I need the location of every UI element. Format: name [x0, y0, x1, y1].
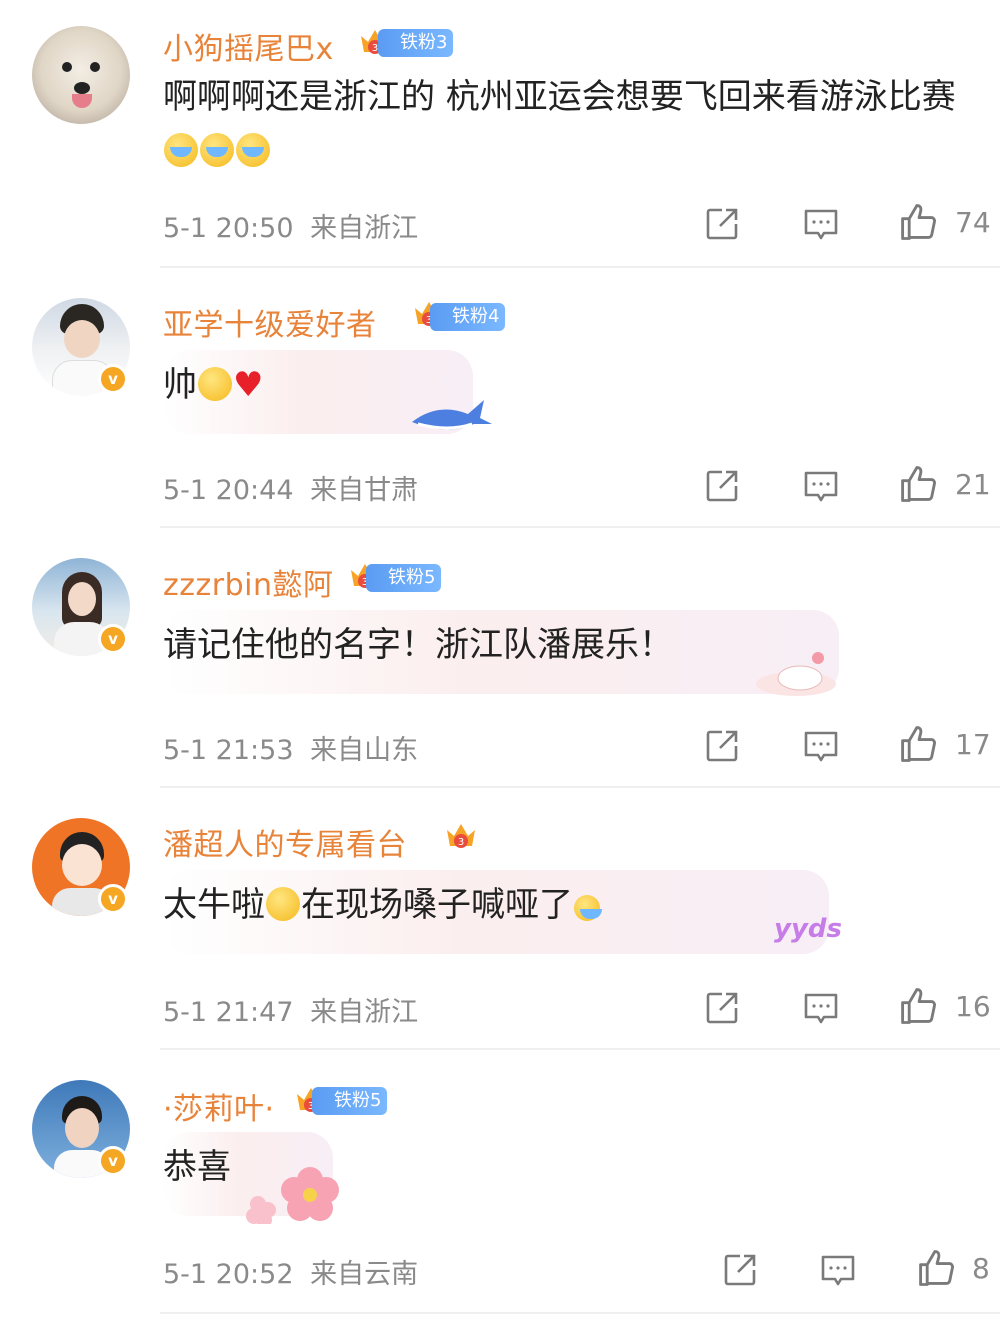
comment-time: 5-1 20:52	[163, 1259, 294, 1290]
comment-text-part: 太牛啦	[163, 885, 265, 925]
username[interactable]: 潘超人的专属看台	[163, 820, 407, 864]
flower-sticker-icon	[246, 1167, 339, 1224]
share-icon[interactable]	[702, 988, 742, 1028]
share-icon[interactable]	[702, 726, 742, 766]
comment-text: 啊啊啊还是浙江的 杭州亚运会想要飞回来看游泳比赛	[163, 70, 963, 178]
share-icon[interactable]	[702, 466, 742, 506]
like-count: 17	[955, 728, 991, 761]
comment-text: 请记住他的名字！浙江队潘展乐！	[163, 625, 673, 665]
comment-meta: 5-1 21:53 来自山东	[163, 728, 418, 767]
comment-location: 来自甘肃	[310, 475, 419, 506]
comment-item: v 潘超人的专属看台 太牛啦 在现场嗓子喊哑了 yyds 5-1 21:47 来自…	[0, 788, 1000, 1050]
comment-time: 5-1 21:47	[163, 997, 294, 1028]
comment-location: 来自浙江	[310, 997, 419, 1028]
username[interactable]: 亚学十级爱好者	[163, 300, 377, 344]
like-icon[interactable]	[896, 200, 940, 244]
comment-item: v ·莎莉叶· 铁粉5 恭喜 5-1 20:52 来自云南 8	[0, 1050, 1000, 1326]
comment-location: 来自云南	[310, 1259, 419, 1290]
comment-time: 5-1 20:50	[163, 213, 294, 244]
comment-time: 5-1 20:44	[163, 475, 294, 506]
crying-emoji-icon	[164, 133, 198, 167]
comment-location: 来自浙江	[310, 213, 419, 244]
comment-text-part: 在现场嗓子喊哑了	[301, 885, 573, 925]
comment-time: 5-1 21:53	[163, 735, 294, 766]
comment-text: 太牛啦 在现场嗓子喊哑了	[163, 878, 963, 932]
like-count: 74	[955, 206, 991, 239]
verified-badge-icon: v	[98, 624, 128, 654]
star-eyes-emoji-icon	[198, 367, 232, 401]
tired-emoji-icon	[574, 895, 602, 921]
crying-emoji-icon	[236, 133, 270, 167]
username[interactable]: ·莎莉叶·	[163, 1084, 275, 1128]
verified-badge-icon: v	[98, 1146, 128, 1176]
yyds-sticker: yyds	[774, 914, 842, 944]
crying-emoji-icon	[200, 133, 234, 167]
comment-item: v 亚学十级爱好者 铁粉4 帅 ♥ 5-1 20:44 来自甘肃 21	[0, 268, 1000, 528]
comment-location: 来自山东	[310, 735, 419, 766]
reply-icon[interactable]	[801, 466, 841, 506]
avatar[interactable]	[32, 26, 130, 124]
like-icon[interactable]	[896, 462, 940, 506]
comment-text: 帅 ♥	[163, 358, 963, 412]
fan-badge[interactable]: 铁粉4	[430, 303, 506, 331]
reply-icon[interactable]	[801, 988, 841, 1028]
share-icon[interactable]	[702, 204, 742, 244]
comment-meta: 5-1 20:50 来自浙江	[163, 206, 418, 245]
comment-text-body: 帅	[163, 365, 197, 405]
verified-badge-icon: v	[98, 364, 128, 394]
like-count: 8	[972, 1252, 990, 1285]
cat-sticker-icon	[756, 652, 836, 696]
laughing-emoji-icon	[266, 887, 300, 921]
comment-text-body: 啊啊啊还是浙江的 杭州亚运会想要飞回来看游泳比赛	[163, 77, 956, 117]
whale-sticker-icon	[412, 400, 492, 430]
heart-icon: ♥	[233, 365, 264, 405]
fan-badge[interactable]: 铁粉5	[312, 1087, 388, 1115]
reply-icon[interactable]	[801, 204, 841, 244]
like-icon[interactable]	[896, 984, 940, 1028]
share-icon[interactable]	[720, 1250, 760, 1290]
comment-meta: 5-1 20:44 来自甘肃	[163, 468, 418, 507]
comment-meta: 5-1 21:47 来自浙江	[163, 990, 418, 1029]
comment-item: v zzzrbin懿阿 铁粉5 请记住他的名字！浙江队潘展乐！ 5-1 21:5…	[0, 528, 1000, 788]
reply-icon[interactable]	[818, 1250, 858, 1290]
reply-icon[interactable]	[801, 726, 841, 766]
like-icon[interactable]	[914, 1246, 958, 1290]
username[interactable]: zzzrbin懿阿	[163, 560, 333, 604]
like-icon[interactable]	[896, 722, 940, 766]
comment-item: 小狗摇尾巴x 铁粉3 啊啊啊还是浙江的 杭州亚运会想要飞回来看游泳比赛 5-1 …	[0, 0, 1000, 268]
fan-badge[interactable]: 铁粉3	[378, 29, 454, 57]
verified-badge-icon: v	[98, 884, 128, 914]
like-count: 16	[955, 990, 991, 1023]
like-count: 21	[955, 468, 991, 501]
crown-icon	[444, 820, 478, 852]
divider	[160, 1312, 1000, 1314]
username[interactable]: 小狗摇尾巴x	[163, 24, 334, 68]
comment-meta: 5-1 20:52 来自云南	[163, 1252, 418, 1291]
fan-badge[interactable]: 铁粉5	[366, 564, 442, 592]
